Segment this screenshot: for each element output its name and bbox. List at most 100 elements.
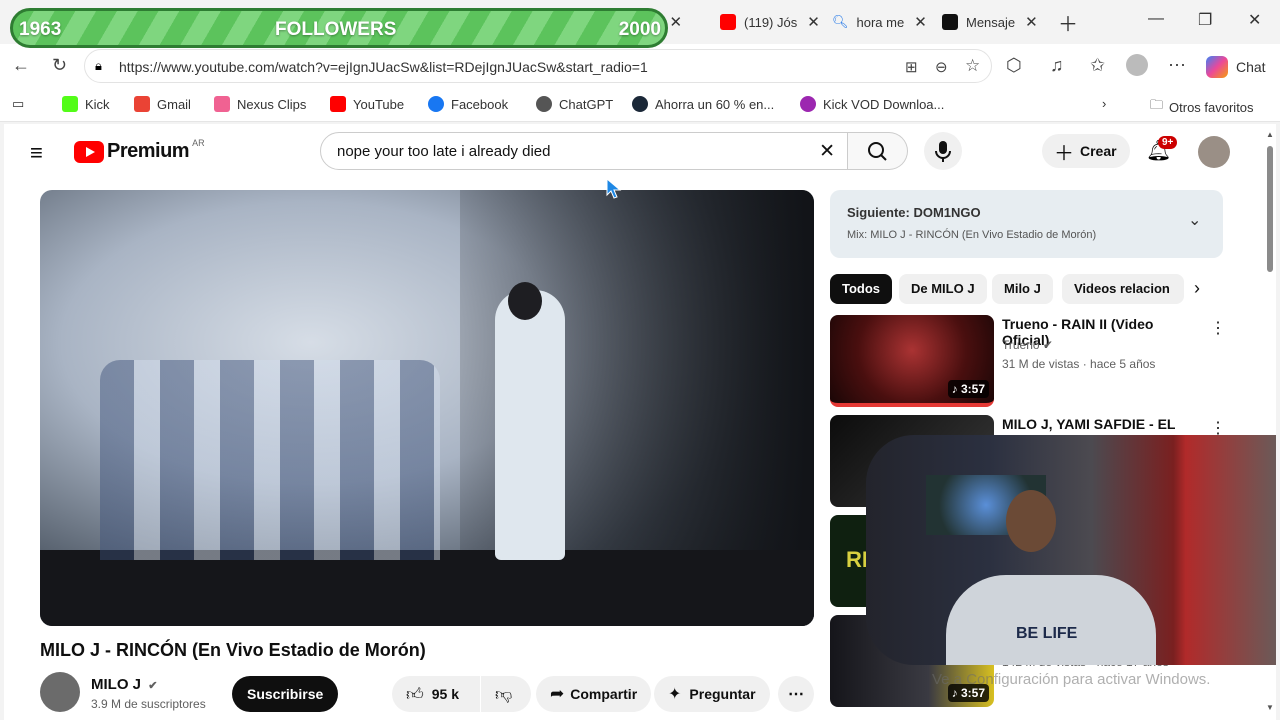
more-bookmarks-chevron-icon[interactable]: › [1102,96,1106,111]
chip-de-milo-j[interactable]: De MILO J [899,274,987,304]
channel-avatar[interactable] [40,672,80,712]
youtube-premium-logo[interactable]: Premium AR [74,138,205,163]
bookmark-nexus-clips[interactable]: Nexus Clips [214,96,306,112]
thumbnail-text: RI [846,547,868,572]
chatgpt-icon [536,96,552,112]
up-next-panel[interactable]: Siguiente: DOM1NGO Mix: MILO J - RINCÓN … [830,190,1223,258]
bookmark-label: ChatGPT [559,96,614,112]
plus-icon: ＋ [1054,142,1074,165]
favorite-star-icon[interactable]: ☆ [965,56,980,76]
sparkle-icon: ✦ [668,686,682,703]
tab-youtube[interactable]: (119) Jós ✕ [720,8,820,36]
chevron-down-icon[interactable]: ⌄ [1188,210,1201,230]
related-thumbnail[interactable]: ♪ 3:57 [830,315,994,407]
bookmark-label: Kick [85,96,110,112]
reload-icon[interactable]: ↻ [52,55,67,76]
address-bar-row: ← ↻ 🔒︎ https://www.youtube.com/watch?v=e… [0,44,1280,88]
bookmark-facebook[interactable]: Facebook [428,96,508,112]
kick-vod-icon [800,96,816,112]
apps-icon[interactable]: ⊞ [905,58,918,76]
avatar[interactable] [1198,136,1230,168]
scroll-up-icon[interactable]: ▲ [1266,130,1274,139]
maximize-button[interactable]: ❐ [1198,10,1212,30]
new-tab-button[interactable]: ＋ [1058,8,1078,37]
more-actions-button[interactable]: ⋯ [778,676,814,712]
singer-figure [495,290,565,560]
more-horizontal-icon: ⋯ [788,686,804,703]
tab-label: (119) Jós [744,14,798,30]
up-next-heading: Siguiente: DOM1NGO [847,205,981,220]
chat-label: Chat [1236,59,1266,75]
subscriber-count: 3.9 M de suscriptores [91,697,206,711]
followers-goal: 2000 [618,19,661,40]
bookmark-youtube[interactable]: YouTube [330,96,404,112]
share-button[interactable]: ➦ Compartir [536,676,652,712]
more-vertical-icon[interactable]: ⋮ [1210,318,1226,338]
chip-todos[interactable]: Todos [830,274,893,304]
tab-search[interactable]: 🔍︎ hora me ✕ [832,8,927,36]
search-icon [868,142,887,161]
close-tab-icon[interactable]: ✕ [1025,13,1038,31]
zoom-icon[interactable]: ⊖ [935,58,948,76]
chips-next-chevron-icon[interactable]: › [1194,278,1200,299]
bookmark-steam[interactable]: Ahorra un 60 % en... [632,96,774,112]
video-player[interactable] [40,190,814,626]
followers-label: FOLLOWERS [275,19,397,40]
channel-name[interactable]: MILO J ✔ [91,676,157,693]
like-count: 95 k [431,686,460,702]
streamer-head [1006,490,1056,552]
scroll-down-icon[interactable]: ▼ [1266,703,1274,712]
music-icon[interactable]: ♫ [1050,55,1064,76]
related-title[interactable]: MILO J, YAMI SAFDIE - EL [1002,416,1192,432]
bookmark-gmail[interactable]: Gmail [134,96,191,112]
followers-current: 1963 [19,19,62,40]
close-window-button[interactable]: ✕ [1248,10,1261,30]
chip-videos-relacionados[interactable]: Videos relacion [1062,274,1184,304]
youtube-icon [720,14,736,30]
bookmark-label: YouTube [353,96,405,112]
like-button[interactable]: 👍︎ 95 k [392,676,480,712]
chip-milo-j[interactable]: Milo J [992,274,1053,304]
copilot-chat-button[interactable]: Chat [1206,56,1266,78]
tab-tiktok[interactable]: Mensaje ✕ [942,8,1038,36]
bookmark-label: Nexus Clips [237,96,307,112]
share-icon: ➦ [550,684,565,703]
scrollbar-thumb[interactable] [1267,146,1273,272]
bookmark-chatgpt[interactable]: ChatGPT [536,96,613,112]
search-query[interactable]: nope your too late i already died [337,143,550,160]
search-button[interactable] [848,132,908,170]
menu-icon[interactable]: ≡ [30,140,43,166]
extensions-icon[interactable]: ⬡ [1006,55,1022,76]
back-arrow-icon[interactable]: ← [12,55,30,76]
dislike-button[interactable]: 👎︎ [481,676,531,712]
favorites-icon[interactable]: ✩ [1090,55,1105,76]
share-label: Compartir [570,686,638,702]
subscribe-button[interactable]: Suscribirse [232,676,339,712]
close-tab-icon[interactable]: ✕ [914,13,927,31]
voice-search-button[interactable] [924,132,962,170]
bookmark-kick[interactable]: Kick [62,96,110,112]
close-tab-icon[interactable]: ✕ [807,13,820,31]
youtube-play-icon [74,140,104,163]
tab-actions-icon[interactable]: ▭ [12,96,24,112]
clear-search-icon[interactable]: ✕ [819,140,835,163]
bookmark-label: Kick VOD Downloa... [823,96,945,112]
search-input[interactable]: nope your too late i already died ✕ [320,132,848,170]
create-button[interactable]: ＋ Crear [1042,134,1130,168]
kick-icon [62,96,78,112]
bookmark-kick-vod[interactable]: Kick VOD Downloa... [800,96,944,112]
thumbs-up-icon: 👍︎ [406,684,424,704]
address-bar[interactable]: 🔒︎ https://www.youtube.com/watch?v=ejIgn… [84,49,992,83]
bookmark-label: Ahorra un 60 % en... [655,96,775,112]
profile-icon[interactable] [1126,54,1148,76]
url-text[interactable]: https://www.youtube.com/watch?v=ejIgnJUa… [119,59,648,75]
channel-name-text: MILO J [91,676,142,693]
minimize-button[interactable]: — [1148,10,1164,28]
verified-icon: ✔ [1042,338,1053,352]
lock-icon[interactable]: 🔒︎ [95,58,102,74]
more-menu-icon[interactable]: ⋯ [1168,55,1186,76]
close-tab-icon[interactable]: ✕ [670,13,683,31]
copilot-icon [1206,56,1228,78]
other-favorites[interactable]: 🗀 Otros favoritos [1150,96,1254,118]
ask-button[interactable]: ✦ Preguntar [654,676,770,712]
